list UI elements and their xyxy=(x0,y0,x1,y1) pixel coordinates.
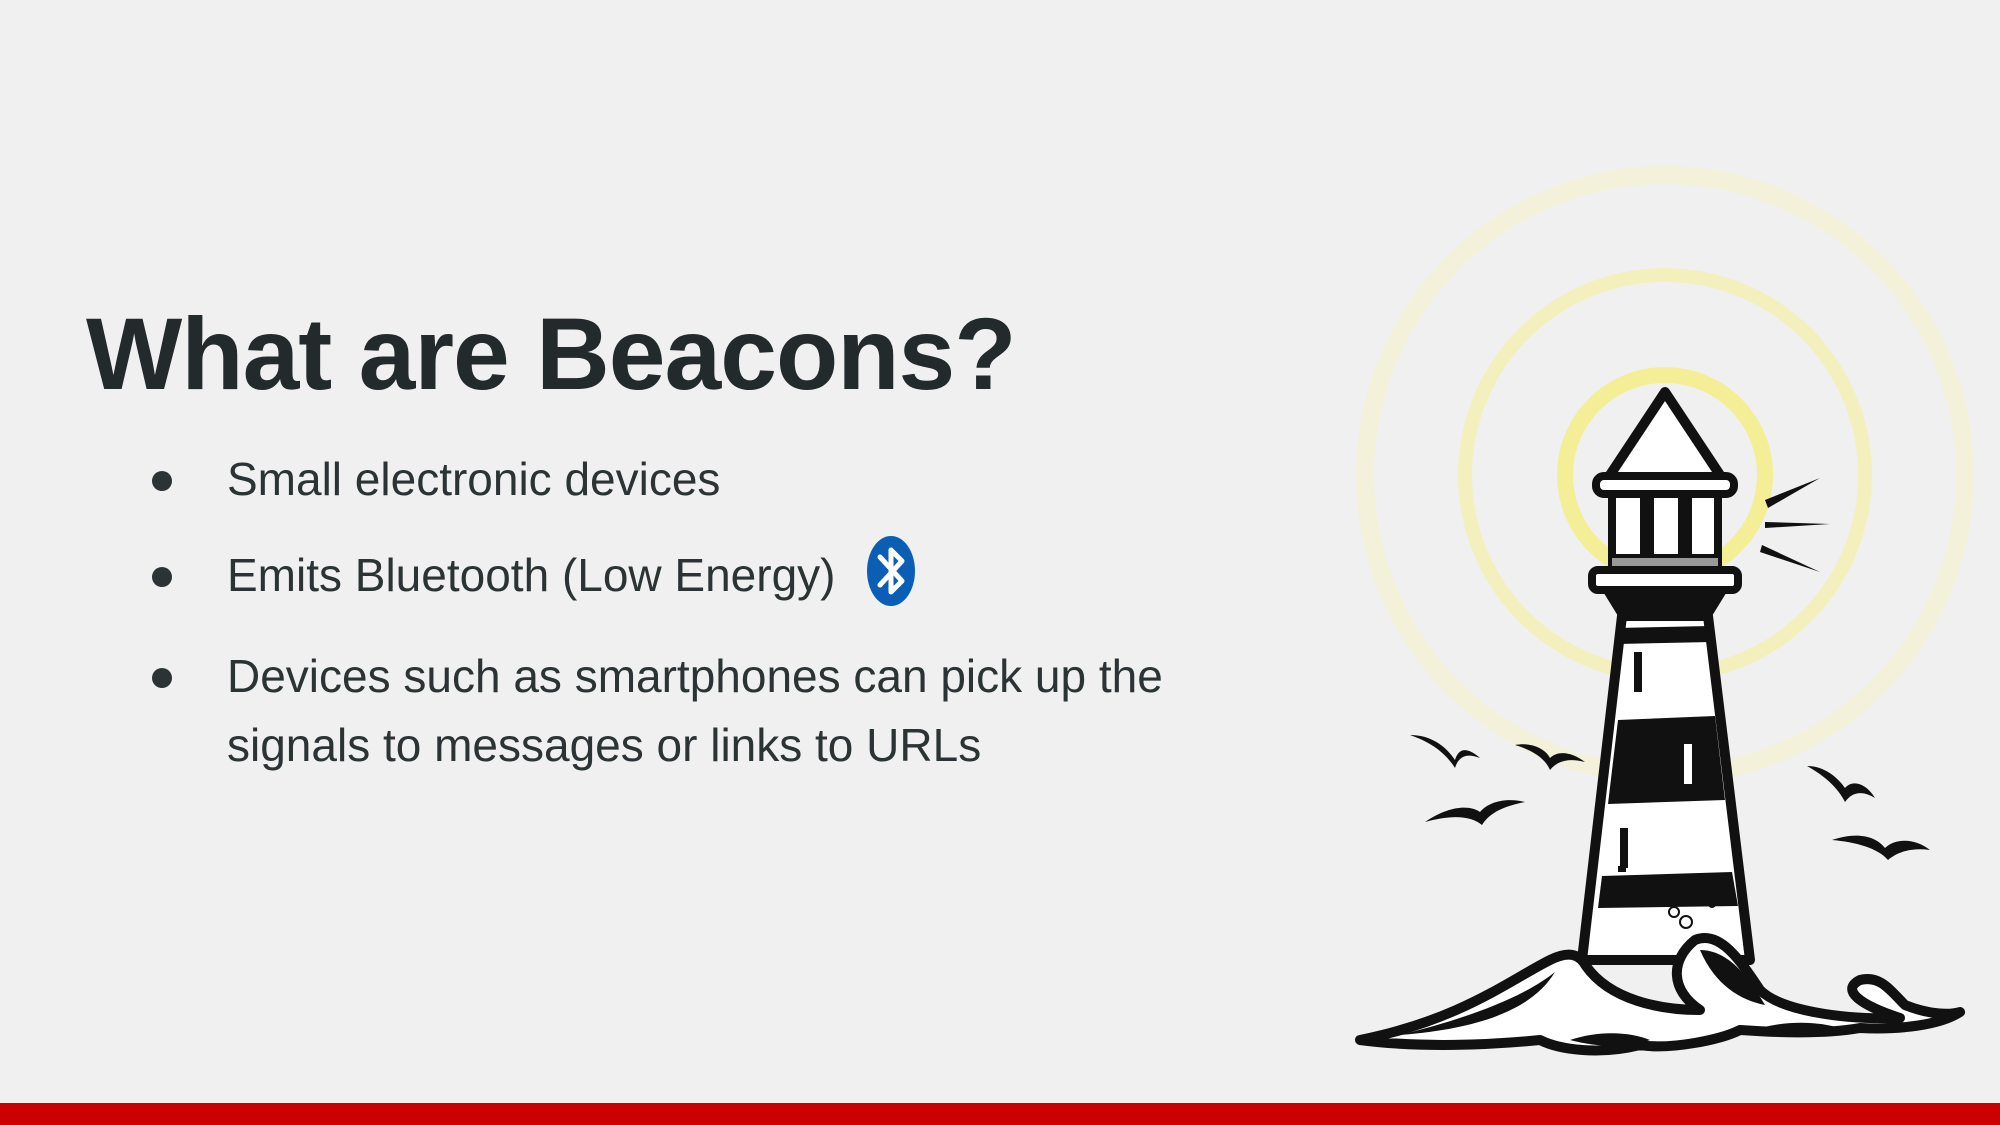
bullet-item: Devices such as smartphones can pick up … xyxy=(144,642,1194,780)
lantern-room xyxy=(1608,490,1722,570)
accent-bar xyxy=(0,1103,2000,1125)
bullet-dot xyxy=(152,567,172,587)
bullet-text: Devices such as smartphones can pick up … xyxy=(227,649,1163,771)
bullet-item: Small electronic devices xyxy=(144,445,1194,514)
bullet-list: Small electronic devices Emits Bluetooth… xyxy=(144,445,1194,807)
slide: What are Beacons? Small electronic devic… xyxy=(0,0,2000,1125)
bullet-text: Small electronic devices xyxy=(227,453,721,505)
slide-title: What are Beacons? xyxy=(86,297,1017,411)
lighthouse-icon xyxy=(1355,166,1974,1056)
bullet-dot xyxy=(152,667,172,688)
lighthouse-roof xyxy=(1592,387,1738,498)
bullet-item: Emits Bluetooth (Low Energy) xyxy=(144,535,1194,615)
gallery xyxy=(1588,566,1742,616)
bullet-text: Emits Bluetooth (Low Energy) xyxy=(227,549,836,601)
bullet-dot xyxy=(152,471,172,491)
bluetooth-icon xyxy=(866,535,916,607)
